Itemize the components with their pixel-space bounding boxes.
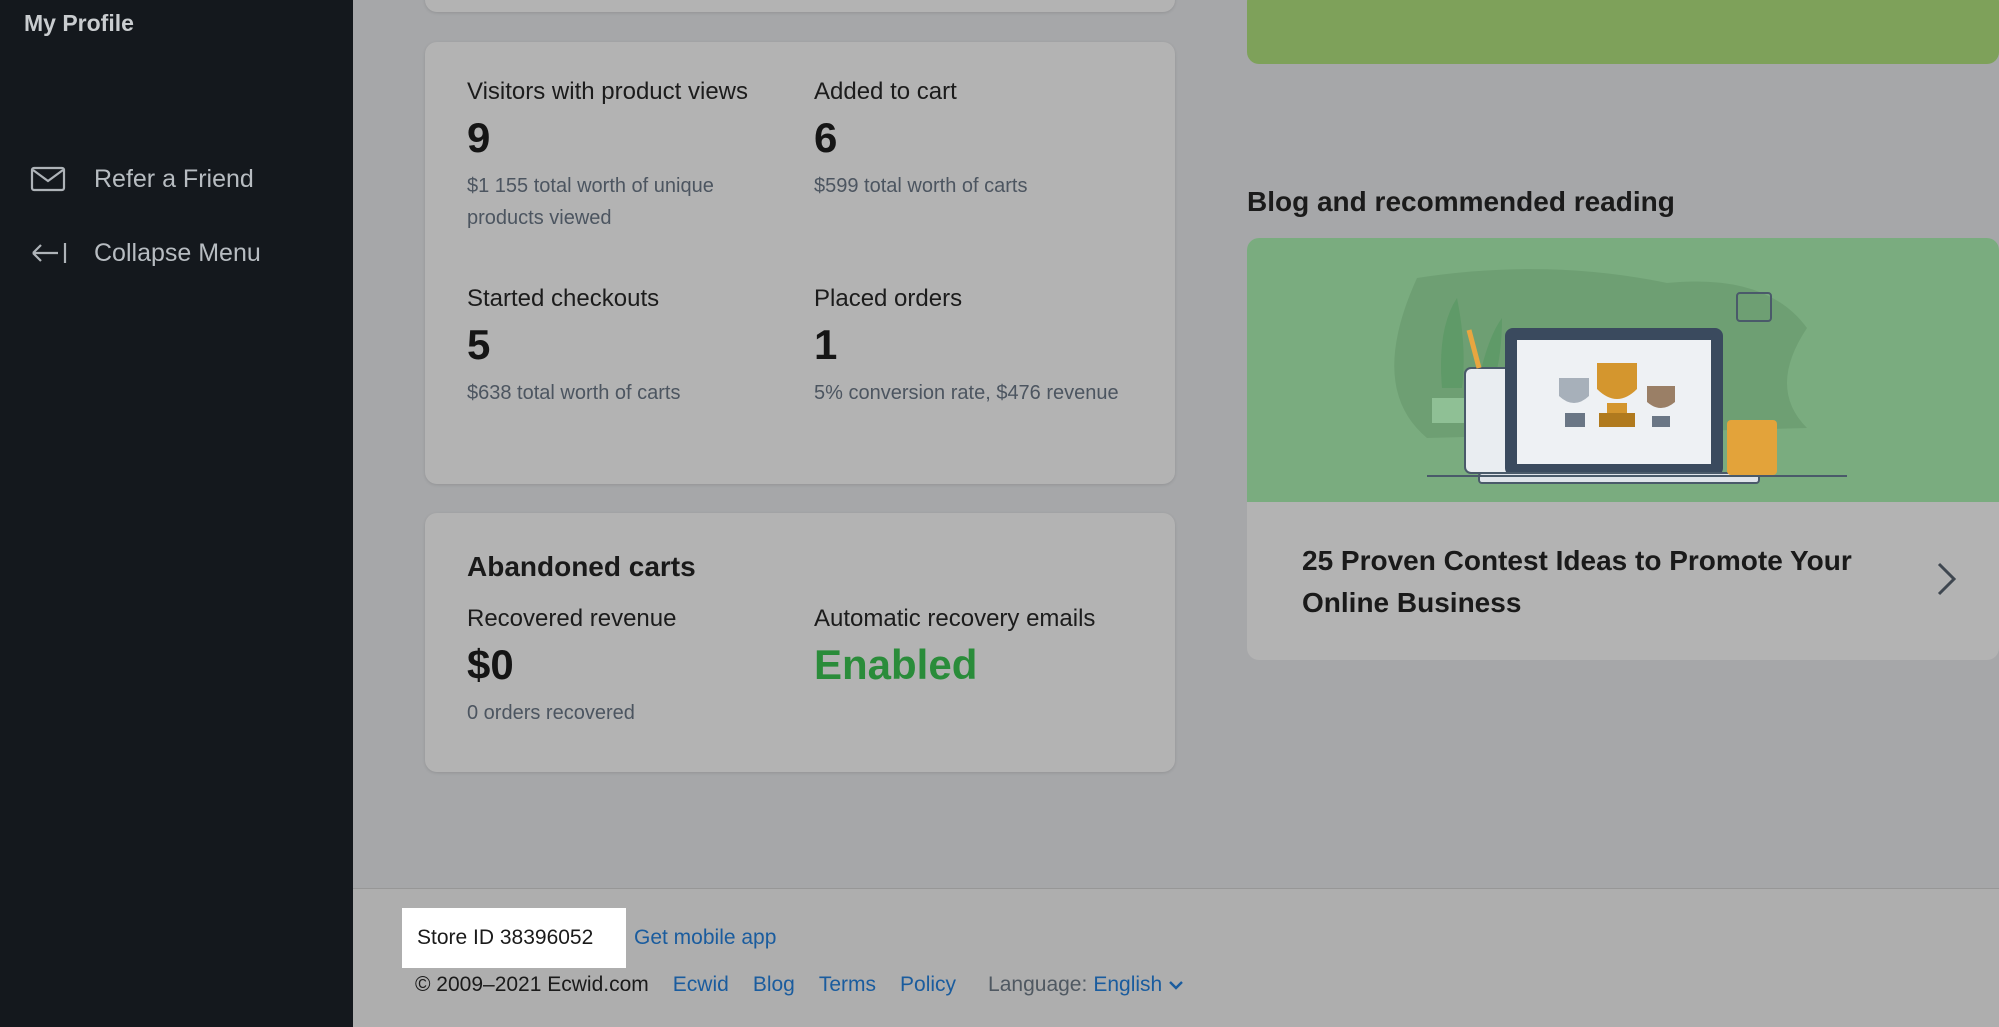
footer-link-terms[interactable]: Terms: [819, 973, 876, 997]
stat-label: Placed orders: [814, 285, 963, 312]
stat-description: 0 orders recovered: [467, 702, 635, 724]
footer-link-policy[interactable]: Policy: [900, 973, 956, 997]
stat-label: Recovered revenue: [467, 605, 677, 632]
promo-banner: [1247, 0, 1999, 64]
card-above: [425, 0, 1175, 12]
sidebar-item-collapse-menu[interactable]: Collapse Menu: [30, 238, 261, 268]
language-selector[interactable]: Language: English: [988, 973, 1184, 997]
main-content: Visitors with product views 9 $1 155 tot…: [353, 0, 1999, 888]
stat-value: 5: [467, 321, 491, 368]
get-mobile-app-link[interactable]: Get mobile app: [634, 926, 776, 950]
blog-heading: Blog and recommended reading: [1247, 186, 1675, 217]
envelope-icon: [30, 166, 66, 192]
store-id: Store ID 38396052: [402, 908, 626, 968]
stat-started-checkouts: Started checkouts 5 $638 total worth of …: [467, 285, 777, 409]
blog-article-card[interactable]: 25 Proven Contest Ideas to Promote Your …: [1247, 238, 1999, 660]
stat-label: Started checkouts: [467, 285, 660, 312]
abandoned-carts-title: Abandoned carts: [467, 551, 696, 582]
stat-label: Visitors with product views: [467, 78, 748, 105]
stat-description: $638 total worth of carts: [467, 382, 681, 404]
footer-link-ecwid[interactable]: Ecwid: [673, 973, 729, 997]
stat-placed-orders: Placed orders 1 5% conversion rate, $476…: [814, 285, 1124, 409]
footer: Store ID 38396052 Get mobile app © 2009–…: [353, 888, 1999, 1027]
stat-value: 1: [814, 321, 838, 368]
blog-article-image: [1247, 238, 1999, 502]
sales-funnel-card: Visitors with product views 9 $1 155 tot…: [425, 42, 1175, 484]
language-value: English: [1093, 973, 1163, 996]
stat-description: $1 155 total worth of unique products vi…: [467, 175, 714, 229]
sidebar-item-refer-a-friend[interactable]: Refer a Friend: [30, 164, 254, 194]
abandoned-carts-card: Abandoned carts Recovered revenue $0 0 o…: [425, 513, 1175, 772]
stat-recovery-emails: Automatic recovery emails Enabled: [814, 605, 1095, 689]
sidebar-item-label: Collapse Menu: [94, 238, 261, 267]
language-label: Language:: [988, 973, 1088, 996]
trophies-laptop-illustration: [1394, 269, 1847, 484]
footer-links-row: © 2009–2021 Ecwid.com Ecwid Blog Terms P…: [415, 973, 1184, 997]
stat-visitors: Visitors with product views 9 $1 155 tot…: [467, 78, 777, 234]
chevron-right-icon: [1937, 562, 1957, 596]
stat-value: 9: [467, 114, 491, 161]
chevron-down-icon: [1169, 981, 1184, 990]
collapse-arrow-icon: [32, 243, 67, 263]
sidebar: My Profile Refer a Friend Collapse Menu: [0, 0, 353, 1027]
stat-label: Added to cart: [814, 78, 957, 105]
recovery-emails-status: Enabled: [814, 641, 978, 688]
my-profile-link[interactable]: My Profile: [24, 10, 134, 37]
stat-recovered-revenue: Recovered revenue $0 0 orders recovered: [467, 605, 777, 729]
copyright-text: © 2009–2021 Ecwid.com: [415, 973, 649, 996]
stat-description: $599 total worth of carts: [814, 175, 1028, 197]
stat-added-to-cart: Added to cart 6 $599 total worth of cart…: [814, 78, 1124, 202]
stat-label: Automatic recovery emails: [814, 605, 1096, 632]
stat-value: $0: [467, 641, 514, 688]
blog-article-title: 25 Proven Contest Ideas to Promote Your …: [1302, 545, 1852, 618]
footer-link-blog[interactable]: Blog: [753, 973, 795, 997]
stat-value: 6: [814, 114, 838, 161]
stat-description: 5% conversion rate, $476 revenue: [814, 382, 1119, 404]
sidebar-item-label: Refer a Friend: [94, 164, 254, 193]
